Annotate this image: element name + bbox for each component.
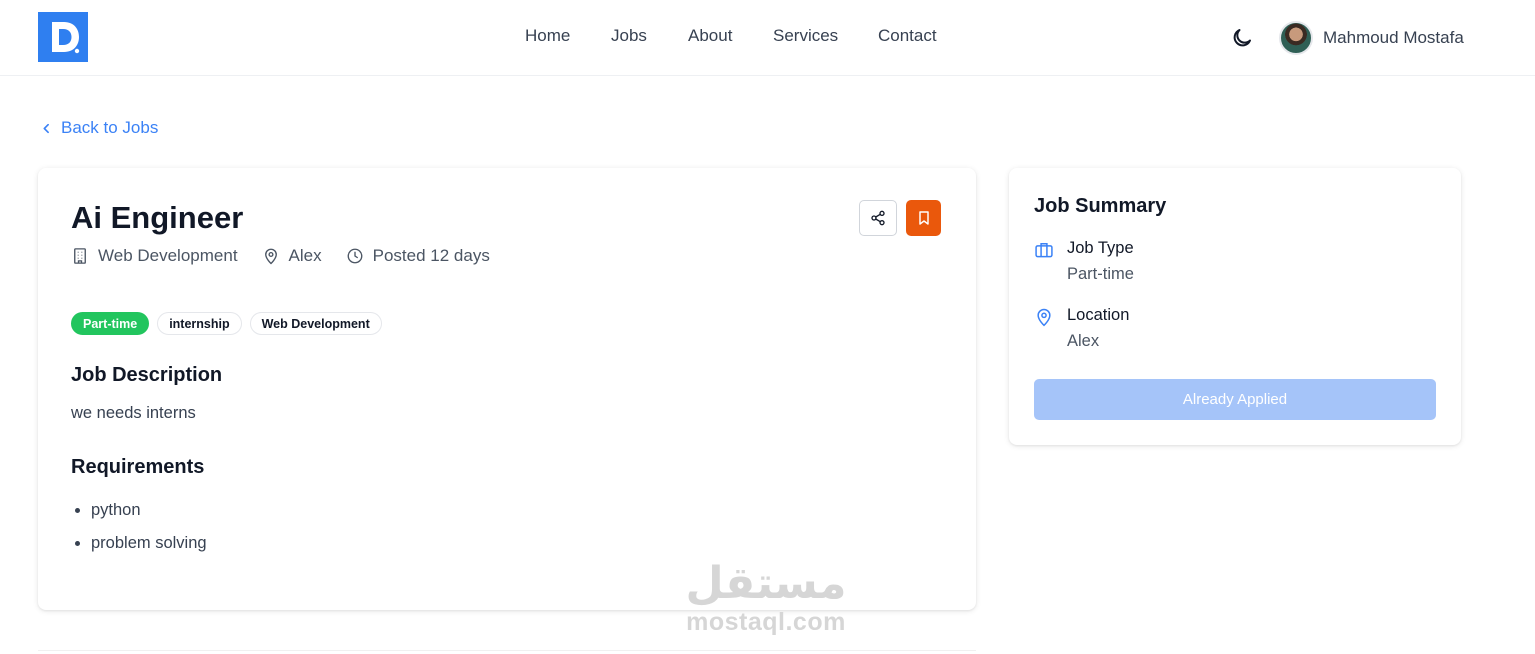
clock-icon xyxy=(347,248,363,264)
avatar xyxy=(1279,21,1313,55)
posted-text: Posted 12 days xyxy=(372,246,490,265)
location-text: Alex xyxy=(288,246,322,265)
list-item: problem solving xyxy=(71,527,207,560)
nav-jobs[interactable]: Jobs xyxy=(611,26,647,46)
location-value: Alex xyxy=(1067,332,1100,350)
description-text: we needs interns xyxy=(71,404,196,422)
divider xyxy=(38,650,976,651)
summary-title: Job Summary xyxy=(1034,195,1167,217)
requirements-list: python problem solving xyxy=(71,494,207,560)
chevron-left-icon xyxy=(43,123,49,133)
share-button[interactable] xyxy=(859,200,897,236)
nav-contact[interactable]: Contact xyxy=(878,26,937,46)
already-applied-button[interactable]: Already Applied xyxy=(1034,379,1436,420)
list-item: python xyxy=(71,494,207,527)
watermark-arabic: مستقل xyxy=(685,559,847,608)
user-name: Mahmoud Mostafa xyxy=(1323,28,1464,47)
nav-about[interactable]: About xyxy=(688,26,732,46)
watermark-latin: mostaql.com xyxy=(686,608,846,636)
requirements-title: Requirements xyxy=(71,456,205,478)
location-label: Location xyxy=(1067,306,1130,324)
back-to-jobs-link[interactable]: Back to Jobs xyxy=(40,118,158,138)
job-type-label: Job Type xyxy=(1067,239,1134,257)
nav-services[interactable]: Services xyxy=(773,26,838,46)
posted-meta: Posted 12 days xyxy=(346,246,490,266)
tag-list: Part-time internship Web Development xyxy=(71,312,390,335)
job-summary-card: Job Summary Job Type Part-time Location … xyxy=(1009,168,1461,445)
site-header: Home Jobs About Services Contact Mahmoud… xyxy=(0,0,1535,76)
moon-icon[interactable] xyxy=(1230,26,1254,50)
tag-web-development: Web Development xyxy=(249,312,382,335)
job-meta: Web Development Alex Posted 12 days xyxy=(71,246,514,266)
job-title: Ai Engineer xyxy=(71,200,244,235)
nav-home[interactable]: Home xyxy=(525,26,570,46)
user-menu[interactable]: Mahmoud Mostafa xyxy=(1279,20,1464,56)
tag-internship: internship xyxy=(157,312,242,335)
map-pin-icon xyxy=(264,248,277,265)
mostaql-watermark: مستقل mostaql.com xyxy=(676,559,856,637)
location-row: Location Alex xyxy=(1034,306,1129,351)
company-name: Web Development xyxy=(98,246,238,265)
company-meta: Web Development xyxy=(71,246,238,266)
job-details-card: Ai Engineer Web Development Alex Posted … xyxy=(38,168,976,610)
description-title: Job Description xyxy=(71,364,223,386)
building-icon xyxy=(74,248,86,264)
job-type-row: Job Type Part-time xyxy=(1034,239,1134,284)
bookmark-button[interactable] xyxy=(906,200,941,236)
location-meta: Alex xyxy=(262,246,322,266)
tag-part-time: Part-time xyxy=(71,312,150,335)
back-link-label: Back to Jobs xyxy=(61,118,159,137)
share-icon xyxy=(871,210,885,226)
briefcase-icon xyxy=(1035,243,1053,258)
bookmark-icon xyxy=(918,211,929,225)
job-type-value: Part-time xyxy=(1067,265,1134,283)
map-pin-icon xyxy=(1037,308,1051,327)
